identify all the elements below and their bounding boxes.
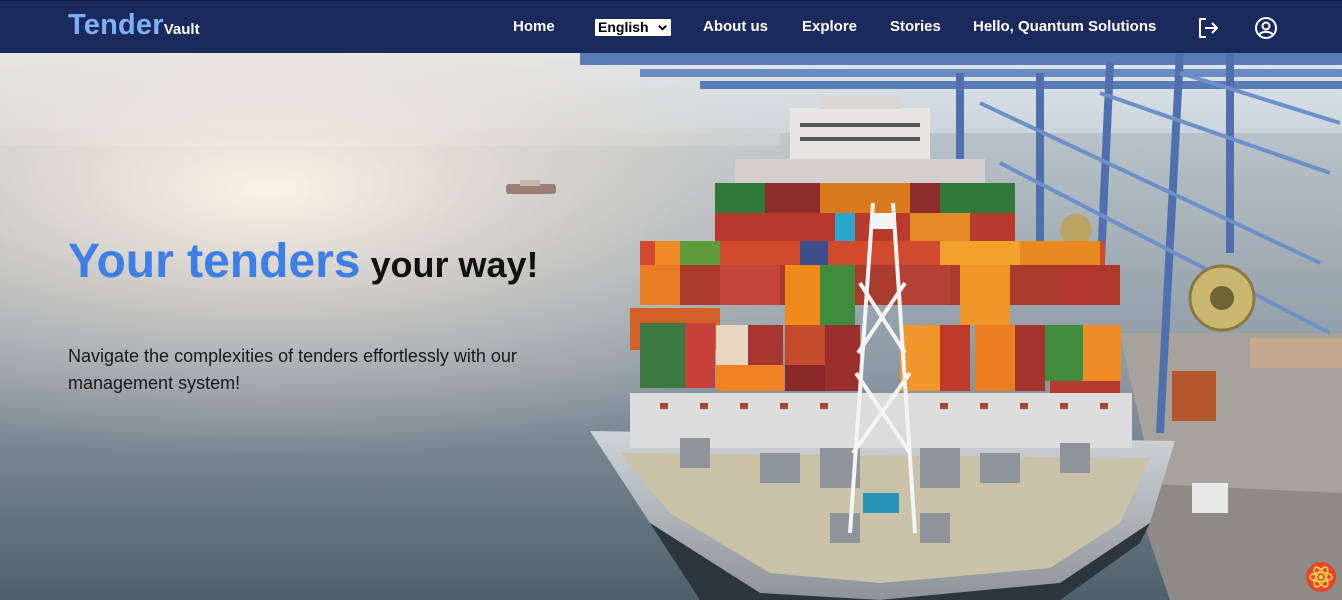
hero-title-accent: Your tenders <box>68 235 361 288</box>
nav-about[interactable]: About us <box>703 18 768 35</box>
nav-stories[interactable]: Stories <box>890 18 941 35</box>
chevron-down-icon <box>658 25 667 31</box>
brand-logo[interactable]: TenderVault <box>68 9 200 42</box>
language-select[interactable]: English <box>595 19 671 36</box>
hero-title: Your tenders your way! <box>68 238 588 286</box>
hero-title-rest: your way! <box>360 244 539 285</box>
user-greeting[interactable]: Hello, Quantum Solutions <box>973 18 1156 35</box>
brand-name-sub: Vault <box>163 21 200 38</box>
user-circle-icon[interactable] <box>1254 16 1278 40</box>
hero-background-image <box>0 53 1342 600</box>
top-navbar: TenderVault Home English About us Explor… <box>0 0 1342 53</box>
language-selected: English <box>598 19 649 35</box>
react-devtools-icon[interactable] <box>1305 561 1337 593</box>
logout-icon[interactable] <box>1196 16 1220 40</box>
nav-home[interactable]: Home <box>513 18 555 35</box>
nav-explore[interactable]: Explore <box>802 18 857 35</box>
hero-section: Your tenders your way! Navigate the comp… <box>0 53 1342 600</box>
hero-description: Navigate the complexities of tenders eff… <box>68 346 517 393</box>
brand-name-main: Tender <box>68 9 164 41</box>
